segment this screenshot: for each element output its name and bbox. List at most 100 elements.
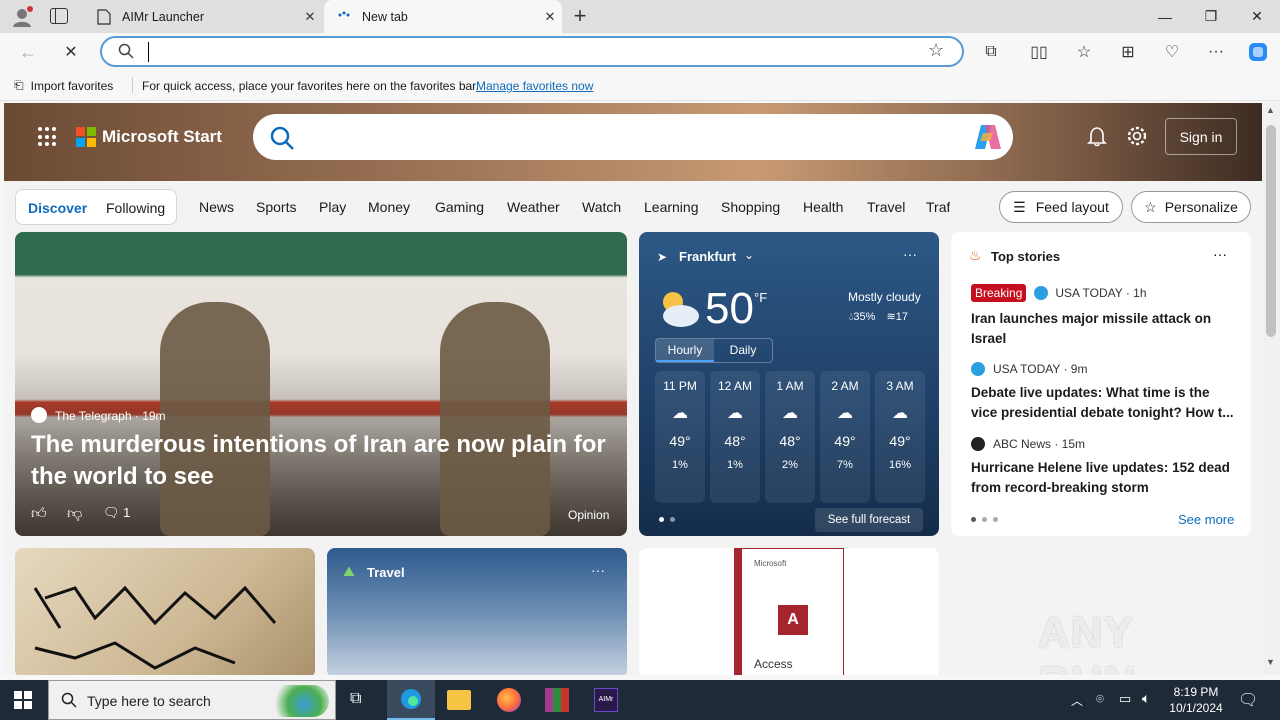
favorite-star-icon[interactable]: ☆	[928, 40, 944, 61]
address-bar[interactable]: ☆	[100, 36, 964, 67]
dislike-icon[interactable]: 👎︎	[67, 505, 82, 523]
full-forecast-button[interactable]: See full forecast	[815, 508, 923, 532]
close-tab-icon[interactable]: ✕	[538, 9, 562, 25]
aimr-app-icon[interactable]: AIMr	[594, 688, 618, 712]
nav-health[interactable]: Health	[803, 199, 843, 215]
feed-layout-button[interactable]: ☰ Feed layout	[999, 191, 1123, 223]
notification-center-icon[interactable]: 🗨︎	[1238, 690, 1258, 710]
article-title[interactable]: The murderous intentions of Iran are now…	[31, 429, 611, 493]
story-source: ABC News · 15m	[993, 437, 1086, 451]
address-input[interactable]	[148, 42, 908, 62]
import-favorites-button[interactable]: ⎗ Import favorites	[14, 78, 113, 93]
weather-more-icon[interactable]: ···	[903, 246, 917, 262]
cloud-moon-icon: ☁︎	[837, 405, 853, 422]
copilot-icon[interactable]	[1242, 36, 1274, 68]
scroll-down-icon[interactable]: ▼	[1266, 657, 1275, 667]
travel-more-icon[interactable]: ···	[591, 562, 605, 578]
nav-traffic[interactable]: Traf	[926, 199, 950, 215]
stop-icon[interactable]: ✕	[55, 36, 87, 68]
nav-weather[interactable]: Weather	[507, 199, 560, 215]
hero-article-card[interactable]: The Telegraph · 19m The murderous intent…	[15, 232, 627, 536]
story-item[interactable]: USA TODAY · 9m Debate live updates: What…	[971, 362, 1236, 423]
sign-in-button[interactable]: Sign in	[1165, 118, 1237, 155]
close-window-icon[interactable]: ✕	[1234, 0, 1280, 33]
minimize-icon[interactable]: —	[1142, 0, 1188, 33]
favorites-icon[interactable]: ☆	[1068, 36, 1100, 68]
taskbar-search-box[interactable]: Type here to search	[48, 680, 336, 720]
tab-new-tab[interactable]: New tab ✕	[324, 0, 562, 33]
hour-temp: 49°	[889, 433, 911, 449]
network-icon[interactable]: ▭	[1119, 691, 1131, 707]
weather-city[interactable]: Frankfurt	[679, 249, 736, 264]
nav-travel[interactable]: Travel	[867, 199, 905, 215]
money-image-card[interactable]	[15, 548, 315, 675]
winrar-icon[interactable]	[545, 688, 569, 712]
tab-actions-icon[interactable]	[50, 8, 68, 24]
comments-button[interactable]: 🗨︎ 1	[103, 505, 130, 521]
cloud-moon-icon: ☁︎	[727, 405, 743, 422]
hour-time: 3 AM	[886, 379, 914, 393]
travel-card[interactable]: ⛰ Travel ···	[327, 548, 627, 675]
chevron-up-icon[interactable]: ︿	[1071, 692, 1083, 709]
profile-icon[interactable]	[10, 5, 34, 29]
nav-money[interactable]: Money	[368, 199, 410, 215]
tab-daily[interactable]: Daily	[714, 339, 772, 362]
back-icon[interactable]: ←	[12, 36, 44, 68]
notifications-icon[interactable]	[1086, 125, 1108, 152]
nav-play[interactable]: Play	[319, 199, 346, 215]
anyrun-watermark: ANY RUN	[1038, 608, 1238, 675]
more-icon[interactable]: ···	[1200, 36, 1232, 68]
apps-launcher-icon[interactable]	[38, 127, 58, 147]
extensions-icon[interactable]: ⧉	[975, 36, 1007, 68]
volume-icon[interactable]: 🔈︎	[1142, 690, 1150, 707]
tab-following[interactable]: Following	[106, 200, 165, 216]
close-tab-icon[interactable]: ✕	[298, 9, 322, 25]
nav-news[interactable]: News	[199, 199, 234, 215]
page-scrollbar[interactable]: ▲ ▼	[1262, 103, 1280, 675]
tab-aimr-launcher[interactable]: AIMr Launcher ✕	[84, 0, 322, 33]
copilot-icon[interactable]	[973, 123, 1003, 156]
wind-value: 17	[895, 311, 908, 323]
nav-gaming[interactable]: Gaming	[435, 199, 484, 215]
clock[interactable]: 8:19 PM 10/1/2024	[1166, 684, 1226, 716]
tab-hourly[interactable]: Hourly	[656, 339, 714, 362]
personalize-button[interactable]: ☆ Personalize	[1131, 191, 1251, 223]
story-item[interactable]: Breaking USA TODAY · 1h Iran launches ma…	[971, 284, 1236, 349]
weather-temp: 50	[705, 284, 754, 333]
web-search-box[interactable]	[253, 114, 1013, 160]
tab-discover[interactable]: Discover	[28, 200, 87, 216]
like-icon[interactable]: 👍︎	[31, 505, 47, 523]
tab-title: AIMr Launcher	[122, 9, 204, 24]
settings-gear-icon[interactable]	[1126, 125, 1148, 152]
top-stories-more-icon[interactable]: ···	[1213, 246, 1227, 262]
nav-sports[interactable]: Sports	[256, 199, 296, 215]
carousel-dots	[971, 517, 998, 522]
file-explorer-icon[interactable]	[447, 690, 471, 710]
story-item[interactable]: ABC News · 15m Hurricane Helene live upd…	[971, 437, 1236, 498]
weather-card[interactable]: ➤ Frankfurt ⌄ ··· 50 °F Mostly cloudy 💧︎…	[639, 232, 939, 536]
nav-watch[interactable]: Watch	[582, 199, 621, 215]
new-tab-icon[interactable]: +	[568, 4, 592, 28]
nav-learning[interactable]: Learning	[644, 199, 699, 215]
restore-icon[interactable]: ❐	[1188, 0, 1234, 33]
nav-shopping[interactable]: Shopping	[721, 199, 780, 215]
edge-taskbar-icon[interactable]	[387, 680, 435, 720]
meet-now-icon[interactable]: ⌾	[1096, 691, 1104, 707]
see-more-link[interactable]: See more	[1178, 512, 1234, 527]
browser-essentials-icon[interactable]: ♡	[1156, 36, 1188, 68]
manage-favorites-link[interactable]: Manage favorites now	[476, 79, 593, 93]
chevron-down-icon[interactable]: ⌄	[744, 248, 754, 262]
split-screen-icon[interactable]: ▯▯	[1023, 36, 1055, 68]
story-source: USA TODAY · 9m	[993, 362, 1088, 376]
task-view-icon[interactable]: ⧉	[350, 690, 361, 708]
scroll-thumb[interactable]	[1266, 125, 1276, 337]
hour-temp: 49°	[669, 433, 691, 449]
collections-icon[interactable]: ⊞	[1112, 36, 1144, 68]
title-bar: AIMr Launcher ✕ New tab ✕ + — ❐ ✕	[0, 0, 1280, 33]
full-forecast-label: See full forecast	[827, 514, 911, 526]
brand-title[interactable]: Microsoft Start	[102, 127, 222, 147]
access-ad-card[interactable]: Microsoft A Access	[639, 548, 939, 675]
start-button-icon[interactable]	[14, 691, 32, 709]
firefox-icon[interactable]	[497, 688, 521, 712]
scroll-up-icon[interactable]: ▲	[1266, 105, 1275, 115]
